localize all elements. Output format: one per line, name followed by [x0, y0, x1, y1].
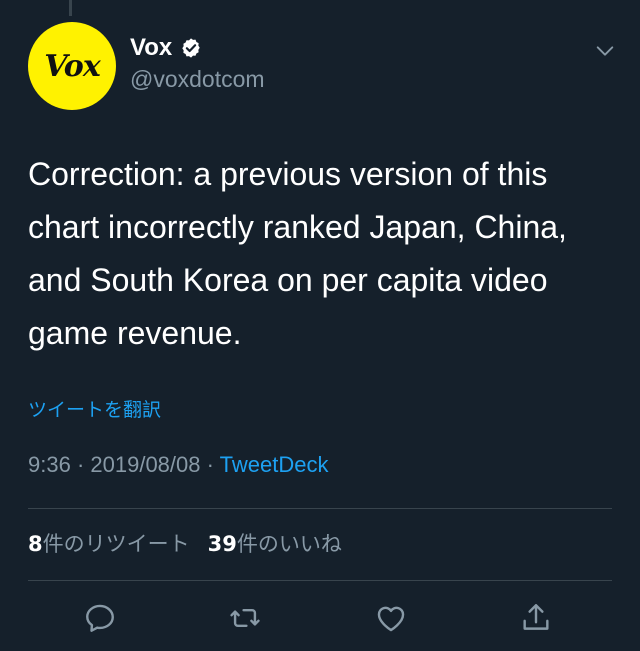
like-button[interactable]	[371, 598, 411, 638]
retweets-count: 8	[28, 532, 43, 556]
meta-separator: ·	[200, 452, 220, 477]
tweet-date: 2019/08/08	[90, 452, 201, 477]
share-icon	[523, 604, 549, 630]
tweet-header: Vox Vox @voxdotcom	[28, 22, 620, 112]
tweet-time: 9:36	[28, 452, 71, 477]
chevron-down-icon[interactable]	[594, 40, 616, 62]
meta-separator: ·	[70, 452, 91, 477]
heart-icon	[377, 606, 405, 632]
retweets-label: 件のリツイート	[42, 532, 190, 556]
divider	[28, 580, 612, 581]
reply-icon	[86, 604, 114, 632]
share-button[interactable]	[516, 598, 556, 638]
thread-connector-line	[69, 0, 72, 16]
retweet-button[interactable]	[225, 598, 265, 638]
display-name[interactable]: Vox	[130, 34, 172, 62]
likes-label: 件のいいね	[236, 532, 342, 556]
tweet-text: Correction: a previous version of this c…	[28, 156, 567, 351]
translate-tweet-link[interactable]: ツイートを翻訳	[28, 395, 161, 422]
name-row[interactable]: Vox	[130, 34, 202, 62]
likes-count: 39	[207, 532, 237, 556]
tweet-detail-page: Vox Vox @voxdotcom Correction: a previou…	[0, 0, 640, 651]
retweet-icon	[230, 609, 260, 627]
avatar-logo-text: Vox	[44, 48, 100, 84]
retweets-stat[interactable]: 8件のリツイート	[28, 528, 190, 558]
avatar[interactable]: Vox	[28, 22, 116, 110]
tweet-actions	[0, 598, 640, 638]
reply-button[interactable]	[80, 598, 120, 638]
tweet-source-link[interactable]: TweetDeck	[220, 452, 329, 477]
user-handle[interactable]: @voxdotcom	[130, 66, 265, 93]
verified-badge-icon	[180, 37, 202, 59]
tweet-meta: 9:36 · 2019/08/08 · TweetDeck	[28, 452, 328, 478]
divider	[28, 508, 612, 509]
likes-stat[interactable]: 39件のいいね	[208, 528, 342, 558]
tweet-stats: 8件のリツイート 39件のいいね	[28, 528, 360, 558]
